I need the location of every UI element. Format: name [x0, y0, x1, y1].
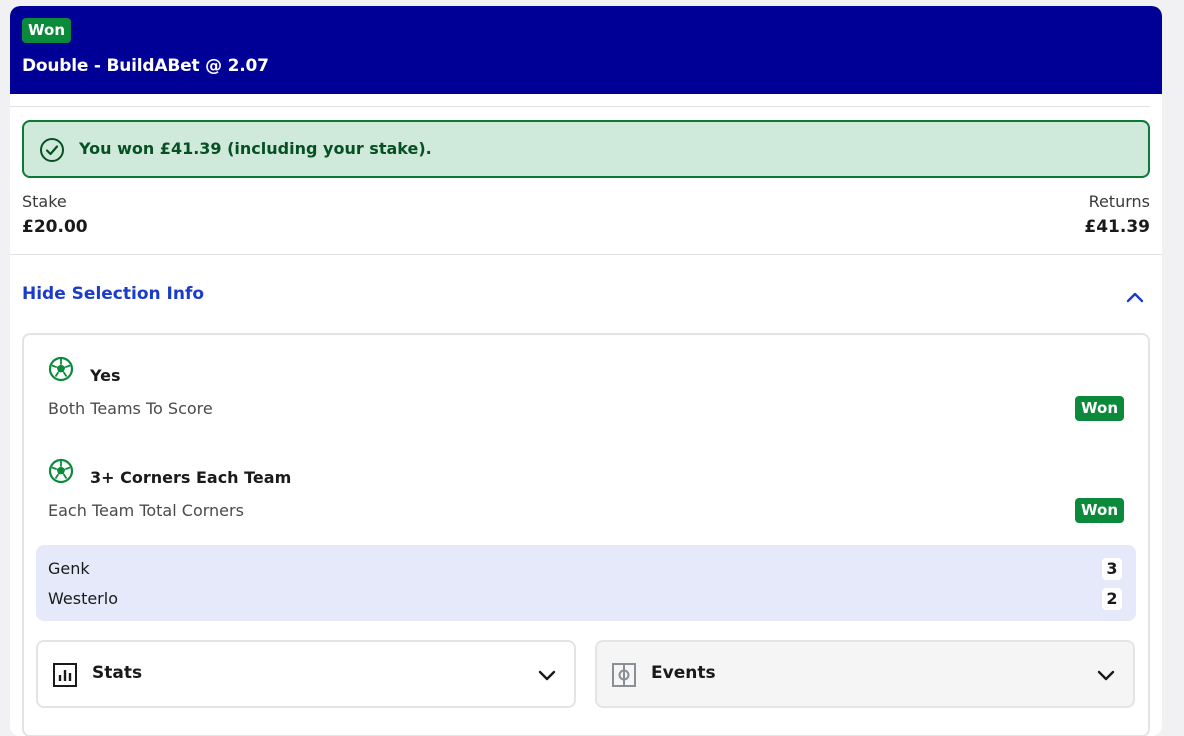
pitch-icon — [612, 663, 636, 687]
chevron-down-icon — [538, 670, 556, 681]
events-dropdown[interactable]: Events — [595, 640, 1135, 708]
team-score: 2 — [1102, 588, 1122, 610]
divider — [10, 106, 1150, 107]
stats-label: Stats — [92, 663, 143, 683]
selection-name: Yes — [90, 366, 121, 385]
returns-value: £41.39 — [1084, 217, 1150, 237]
selection-status-badge: Won — [1075, 498, 1124, 523]
selection-status-badge: Won — [1075, 396, 1124, 421]
check-circle-icon — [40, 138, 64, 162]
bar-chart-icon — [53, 663, 77, 687]
team-score: 3 — [1102, 558, 1122, 580]
selection-info-panel: Yes Both Teams To Score Won 3+ Corners E… — [22, 333, 1150, 736]
divider — [10, 254, 1162, 255]
hide-selection-info-link[interactable]: Hide Selection Info — [22, 284, 204, 304]
selection-market: Both Teams To Score — [48, 399, 213, 418]
selection-market: Each Team Total Corners — [48, 501, 244, 520]
football-icon — [48, 356, 74, 382]
team-name: Westerlo — [48, 589, 118, 608]
team-name: Genk — [48, 559, 90, 578]
stats-dropdown[interactable]: Stats — [36, 640, 576, 708]
bet-header: Won Double - BuildABet @ 2.07 — [10, 6, 1162, 94]
status-badge: Won — [22, 18, 71, 43]
bet-card: Won Double - BuildABet @ 2.07 You won £4… — [10, 6, 1162, 736]
win-message: You won £41.39 (including your stake). — [79, 139, 432, 158]
returns-label: Returns — [1088, 192, 1150, 211]
events-label: Events — [651, 663, 716, 683]
football-icon — [48, 458, 74, 484]
chevron-up-icon[interactable] — [1124, 286, 1146, 308]
stake-value: £20.00 — [22, 217, 88, 237]
win-banner: You won £41.39 (including your stake). — [22, 120, 1150, 178]
match-score-box: Genk 3 Westerlo 2 — [36, 545, 1136, 621]
stake-label: Stake — [22, 192, 67, 211]
chevron-down-icon — [1097, 670, 1115, 681]
selection-name: 3+ Corners Each Team — [90, 468, 292, 487]
bet-title: Double - BuildABet @ 2.07 — [22, 56, 269, 76]
